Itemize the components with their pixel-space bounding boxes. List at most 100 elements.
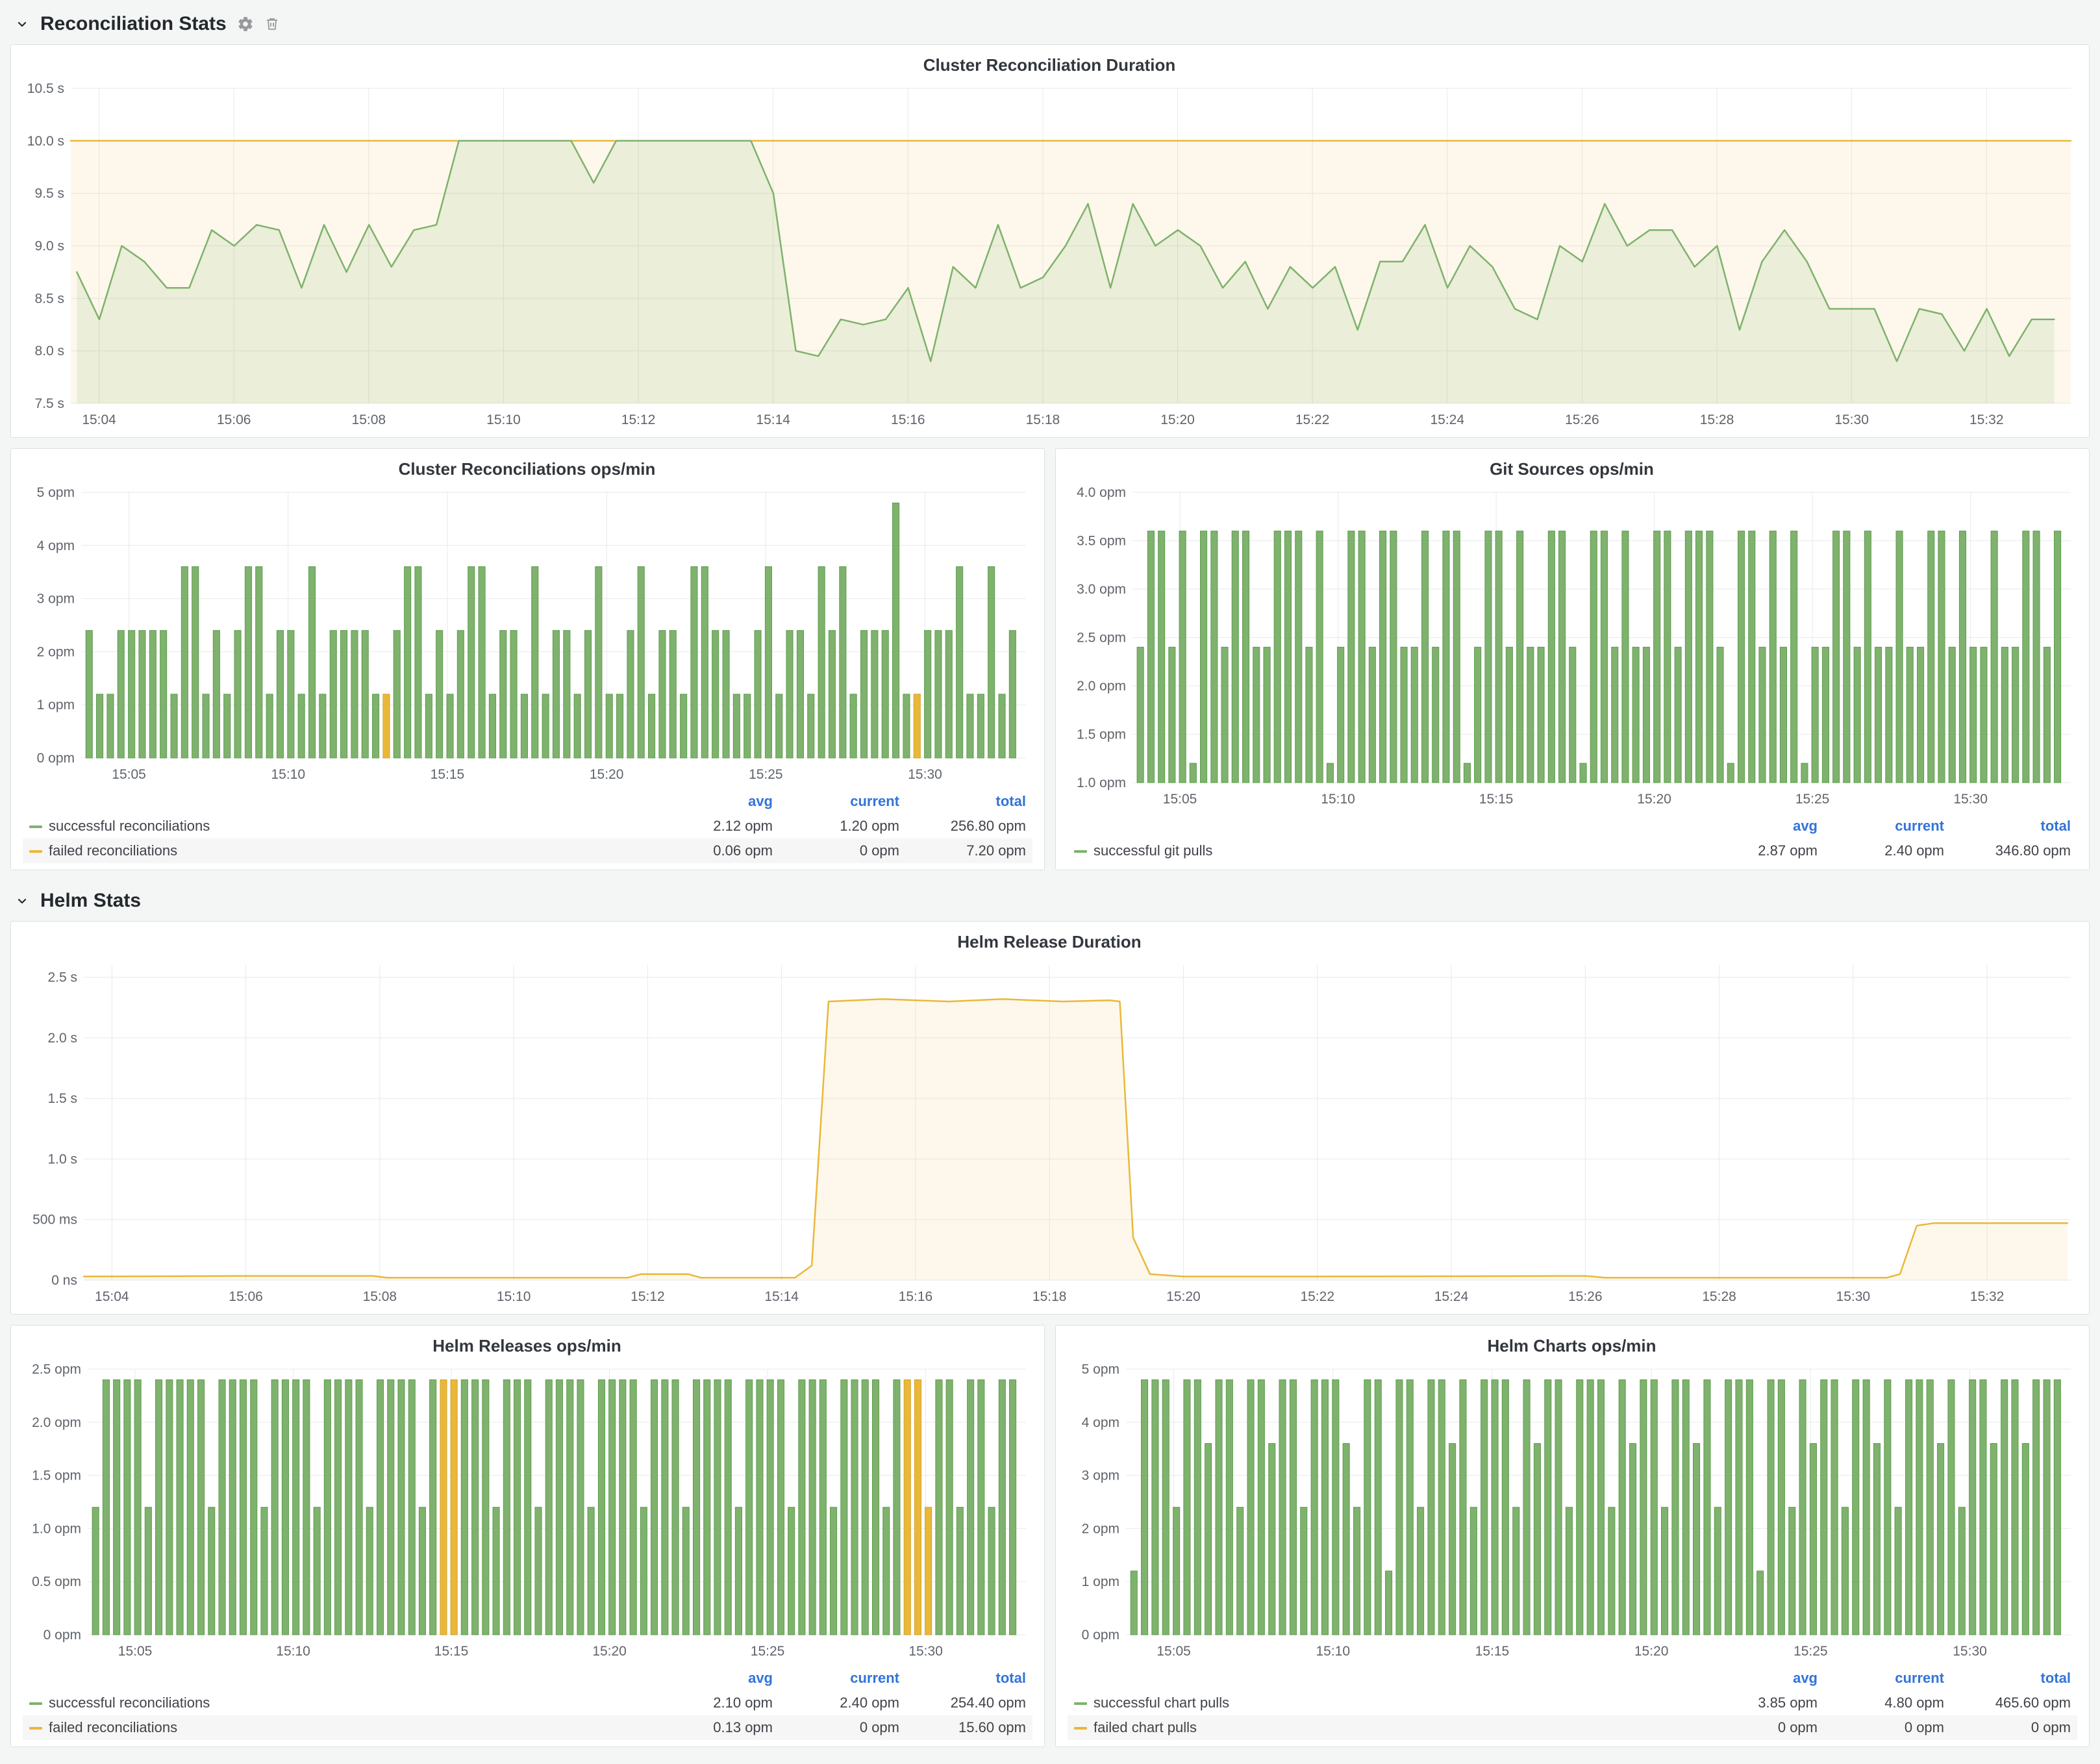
panel-cluster-reconciliation-duration: Cluster Reconciliation Duration 15:04 15:…: [10, 44, 2090, 438]
svg-text:15:24: 15:24: [1430, 412, 1464, 427]
svg-text:15:28: 15:28: [1702, 1289, 1736, 1304]
svg-text:2.0 opm: 2.0 opm: [1077, 679, 1126, 694]
svg-text:15:14: 15:14: [764, 1289, 799, 1304]
legend-col-avg[interactable]: avg: [653, 1666, 779, 1691]
svg-text:8.0 s: 8.0 s: [34, 344, 64, 359]
legend-col-total[interactable]: total: [1951, 814, 2077, 838]
svg-text:15:04: 15:04: [95, 1289, 129, 1304]
svg-text:9.5 s: 9.5 s: [34, 186, 64, 201]
svg-text:2 opm: 2 opm: [1082, 1521, 1119, 1536]
section-title[interactable]: Helm Stats: [40, 890, 141, 912]
section-title[interactable]: Reconciliation Stats: [40, 13, 227, 35]
legend-col-current[interactable]: current: [1824, 1666, 1951, 1691]
legend-col-total[interactable]: total: [1951, 1666, 2077, 1691]
legend-col-avg[interactable]: avg: [1697, 1666, 1824, 1691]
legend-col-total[interactable]: total: [906, 1666, 1032, 1691]
panel-title[interactable]: Helm Charts ops/min: [1061, 1329, 2082, 1360]
series-color-marker: [29, 1702, 42, 1705]
chevron-down-icon[interactable]: [14, 16, 30, 32]
svg-text:15:04: 15:04: [82, 412, 116, 427]
legend-series-toggle[interactable]: successful chart pulls: [1068, 1691, 1697, 1715]
legend-value: 2.10 opm: [653, 1691, 779, 1715]
chart-wrap: 15:0515:1015:1515:2015:2515:305 opm4 opm…: [1061, 1360, 2082, 1663]
legend-col-current[interactable]: current: [1824, 814, 1951, 838]
helm-releases-opm-chart[interactable]: 15:0515:1015:1515:2015:2515:302.5 opm2.0…: [16, 1360, 1038, 1663]
series-color-marker: [29, 850, 42, 853]
svg-text:15:30: 15:30: [1953, 1644, 1987, 1659]
helm-release-duration-chart[interactable]: 15:0415:0615:0815:1015:1215:1415:1615:18…: [16, 956, 2082, 1309]
svg-text:7.5 s: 7.5 s: [34, 396, 64, 411]
git-sources-opm-chart[interactable]: 15:0515:1015:1515:2015:2515:304.0 opm3.5…: [1061, 483, 2082, 811]
series-color-marker: [29, 1727, 42, 1730]
svg-text:1.0 s: 1.0 s: [47, 1152, 77, 1166]
legend-value: 2.40 opm: [779, 1691, 906, 1715]
legend-series-toggle[interactable]: failed chart pulls: [1068, 1715, 1697, 1740]
legend-header-row: avgcurrenttotal: [1068, 814, 2077, 838]
svg-text:15:08: 15:08: [352, 412, 386, 427]
svg-text:1.5 s: 1.5 s: [47, 1091, 77, 1106]
svg-text:15:16: 15:16: [899, 1289, 933, 1304]
svg-text:1 opm: 1 opm: [1082, 1574, 1119, 1589]
svg-text:1.5 opm: 1.5 opm: [32, 1468, 81, 1483]
svg-text:15:20: 15:20: [1166, 1289, 1201, 1304]
legend-series-toggle[interactable]: failed reconciliations: [23, 838, 653, 863]
svg-text:15:14: 15:14: [756, 412, 790, 427]
panel-title[interactable]: Cluster Reconciliations ops/min: [16, 453, 1038, 483]
legend-series-toggle[interactable]: failed reconciliations: [23, 1715, 653, 1740]
legend: avgcurrenttotalsuccessful reconciliation…: [16, 1663, 1038, 1741]
legend-col-current[interactable]: current: [779, 789, 906, 814]
panel-title[interactable]: Helm Release Duration: [16, 926, 2082, 956]
svg-text:15:05: 15:05: [1163, 792, 1197, 807]
dashboard-root: Reconciliation Stats Cluster Reconciliat…: [0, 0, 2100, 1755]
legend-header-row: avgcurrenttotal: [23, 1666, 1032, 1691]
svg-text:15:10: 15:10: [497, 1289, 531, 1304]
svg-text:15:05: 15:05: [112, 767, 146, 782]
svg-text:9.0 s: 9.0 s: [34, 239, 64, 254]
legend-value: 0 opm: [1951, 1715, 2077, 1740]
helm-charts-opm-chart[interactable]: 15:0515:1015:1515:2015:2515:305 opm4 opm…: [1061, 1360, 2082, 1663]
chevron-down-icon[interactable]: [14, 893, 30, 909]
legend-col-total[interactable]: total: [906, 789, 1032, 814]
svg-text:8.5 s: 8.5 s: [34, 291, 64, 306]
svg-text:15:05: 15:05: [118, 1644, 153, 1659]
svg-text:15:26: 15:26: [1568, 1289, 1603, 1304]
svg-text:10.0 s: 10.0 s: [27, 134, 64, 149]
chart-wrap: 15:0515:1015:1515:2015:2515:302.5 opm2.0…: [16, 1360, 1038, 1663]
svg-text:15:20: 15:20: [1637, 792, 1671, 807]
svg-text:15:20: 15:20: [1634, 1644, 1669, 1659]
svg-text:15:28: 15:28: [1700, 412, 1734, 427]
panel-title[interactable]: Cluster Reconciliation Duration: [16, 49, 2082, 79]
legend-value: 0 opm: [779, 1715, 906, 1740]
cluster-reconciliation-duration-chart[interactable]: 15:0415:0615:0815:1015:1215:1415:1615:18…: [16, 79, 2082, 432]
legend-series-toggle[interactable]: successful reconciliations: [23, 1691, 653, 1715]
svg-text:15:15: 15:15: [1479, 792, 1514, 807]
svg-text:15:05: 15:05: [1156, 1644, 1191, 1659]
panel-title[interactable]: Helm Releases ops/min: [16, 1329, 1038, 1360]
gear-icon[interactable]: [237, 16, 254, 32]
svg-text:15:16: 15:16: [891, 412, 925, 427]
panel-title[interactable]: Git Sources ops/min: [1061, 453, 2082, 483]
svg-text:15:15: 15:15: [1475, 1644, 1510, 1659]
legend-col-avg[interactable]: avg: [1697, 814, 1824, 838]
cluster-reconciliations-opm-chart[interactable]: 15:0515:1015:1515:2015:2515:305 opm4 opm…: [16, 483, 1038, 787]
svg-text:15:30: 15:30: [1836, 1289, 1871, 1304]
legend-row: successful reconciliations2.12 opm1.20 o…: [23, 814, 1032, 838]
legend: avgcurrenttotalsuccessful chart pulls3.8…: [1061, 1663, 2082, 1741]
svg-text:15:18: 15:18: [1026, 412, 1060, 427]
svg-text:2.0 s: 2.0 s: [47, 1031, 77, 1046]
trash-icon[interactable]: [264, 16, 280, 32]
svg-text:0 opm: 0 opm: [1082, 1628, 1119, 1643]
legend-value: 2.12 opm: [653, 814, 779, 838]
legend: avgcurrenttotalsuccessful git pulls2.87 …: [1061, 811, 2082, 864]
legend-col-current[interactable]: current: [779, 1666, 906, 1691]
legend-value: 0.06 opm: [653, 838, 779, 863]
svg-text:15:30: 15:30: [1953, 792, 1988, 807]
svg-text:2.0 opm: 2.0 opm: [32, 1415, 81, 1430]
legend-row: successful chart pulls3.85 opm4.80 opm46…: [1068, 1691, 2077, 1715]
legend-col-avg[interactable]: avg: [653, 789, 779, 814]
legend-series-toggle[interactable]: successful git pulls: [1068, 838, 1697, 863]
svg-text:15:25: 15:25: [1794, 1644, 1828, 1659]
legend-series-toggle[interactable]: successful reconciliations: [23, 814, 653, 838]
series-color-marker: [1074, 850, 1087, 853]
svg-text:4 opm: 4 opm: [37, 538, 75, 553]
